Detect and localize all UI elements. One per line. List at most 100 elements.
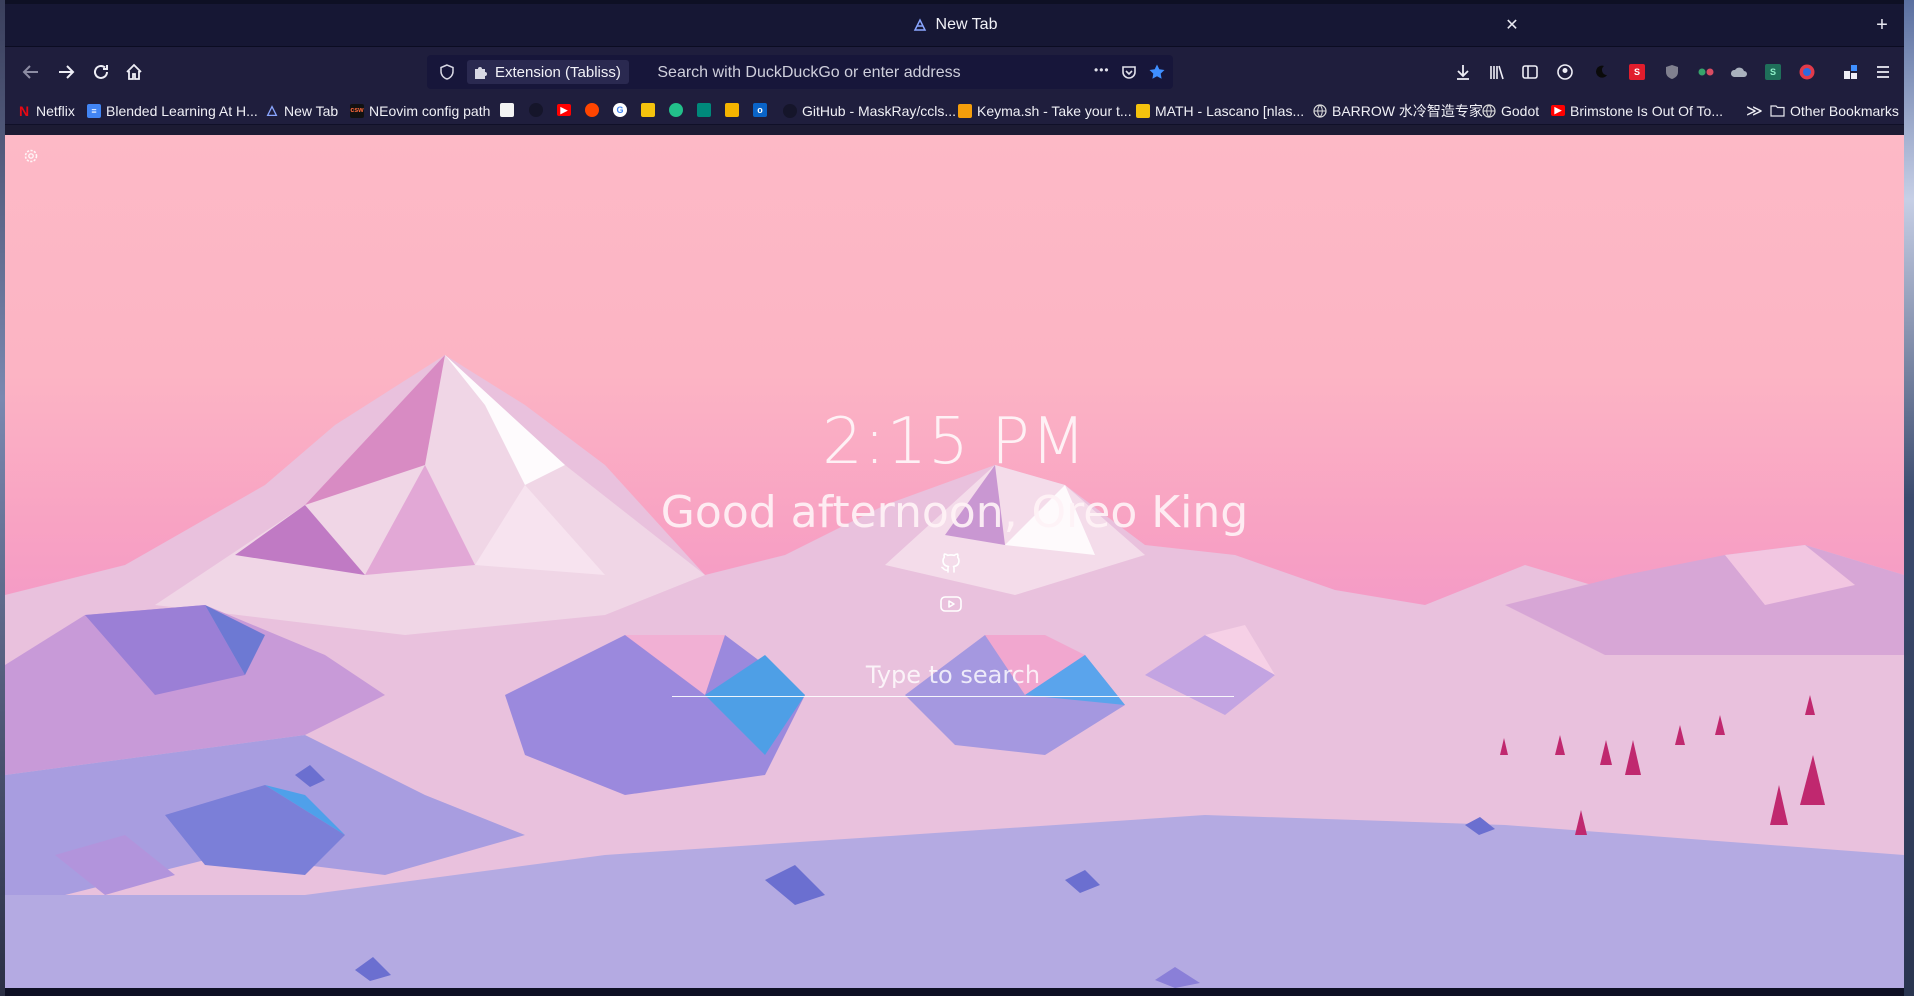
- hamburger-menu-icon: [1877, 66, 1889, 78]
- bookmarks-overflow-button[interactable]: ≫: [1746, 97, 1763, 124]
- bookmark-shield-green-icon[interactable]: [669, 103, 683, 117]
- title-bar: New Tab ✕ +: [5, 4, 1904, 47]
- bookmark-math-lascano[interactable]: MATH - Lascano [nlas...: [1136, 97, 1304, 124]
- bookmark-youtube-icon[interactable]: ▶: [557, 104, 571, 116]
- download-icon: [1457, 65, 1469, 80]
- navigation-toolbar: Extension (Tabliss) ••• S: [5, 47, 1904, 97]
- home-button[interactable]: [122, 60, 146, 84]
- reload-button[interactable]: [89, 60, 113, 84]
- bookmark-reddit-icon[interactable]: [585, 103, 599, 117]
- bookmark-classroom-icon[interactable]: [641, 103, 655, 117]
- extensions-grid-icon: [1844, 65, 1857, 79]
- s-red-icon: S: [1629, 64, 1645, 80]
- page-actions-button[interactable]: •••: [1094, 63, 1110, 77]
- bookmarks-toolbar: N Netflix ≡ Blended Learning At H... New…: [5, 97, 1904, 125]
- clock-time: 2:15 PM: [822, 405, 1087, 479]
- keymash-icon: [958, 103, 972, 118]
- github-link-icon[interactable]: [939, 551, 963, 575]
- extension-s-green-button[interactable]: S: [1761, 60, 1785, 84]
- search-input[interactable]: [672, 654, 1234, 697]
- youtube-link-icon[interactable]: [939, 592, 963, 616]
- bookmark-blended-learning[interactable]: ≡ Blended Learning At H...: [87, 97, 258, 124]
- new-tab-page: 2:15 PM Good afternoon, Oreo King: [5, 135, 1904, 988]
- globe-icon: [1482, 103, 1496, 118]
- bookmark-label: Blended Learning At H...: [106, 102, 258, 119]
- bookmark-github-ccls[interactable]: GitHub - MaskRay/ccls...: [783, 97, 956, 124]
- glasses-icon: [1698, 68, 1714, 76]
- extension-cloud-button[interactable]: [1727, 60, 1751, 84]
- address-input[interactable]: [597, 55, 1021, 91]
- close-icon: ✕: [1505, 17, 1519, 34]
- bookmark-github-icon[interactable]: [529, 103, 543, 117]
- bookmark-barrow[interactable]: BARROW 水冷智造专家: [1313, 97, 1483, 124]
- reload-icon: [94, 64, 108, 79]
- desktop-background-right: [1904, 0, 1914, 996]
- sidebar-icon: [1522, 65, 1538, 79]
- new-tab-button[interactable]: +: [1871, 14, 1893, 36]
- app-menu-button[interactable]: [1871, 60, 1895, 84]
- back-arrow-icon: [22, 65, 38, 79]
- bookmark-label: MATH - Lascano [nlas...: [1155, 102, 1305, 119]
- bookmark-notion-icon[interactable]: [500, 103, 514, 117]
- extension-darkreader-button[interactable]: [1589, 60, 1613, 84]
- bookmark-label: New Tab: [284, 102, 339, 119]
- library-button[interactable]: [1485, 60, 1509, 84]
- extension-translate-button[interactable]: [1795, 60, 1819, 84]
- bookmark-brimstone[interactable]: ▶ Brimstone Is Out Of To...: [1551, 97, 1723, 124]
- extension-ublock-button[interactable]: [1660, 60, 1684, 84]
- bookmark-netflix[interactable]: N Netflix: [17, 97, 75, 124]
- folder-icon: [1770, 105, 1785, 117]
- forward-arrow-icon: [59, 65, 75, 79]
- settings-gear-icon[interactable]: [22, 147, 40, 165]
- bookmark-godot[interactable]: Godot: [1482, 97, 1539, 124]
- bookmark-label: Brimstone Is Out Of To...: [1570, 102, 1724, 119]
- tabliss-icon: [266, 104, 278, 116]
- greeting-text: Good afternoon, Oreo King: [660, 487, 1249, 538]
- bookmark-star-icon[interactable]: [1148, 63, 1166, 81]
- pocket-icon[interactable]: [1121, 64, 1137, 80]
- bookmark-neovim-config[interactable]: csw NEovim config path: [350, 97, 490, 124]
- browser-window: New Tab ✕ + Extension (Tabliss) Search w…: [5, 4, 1904, 988]
- shield-icon[interactable]: [439, 64, 455, 80]
- bookmark-keymash[interactable]: Keyma.sh - Take your t...: [958, 97, 1132, 124]
- forward-button[interactable]: [54, 60, 78, 84]
- bookmark-outlook-icon[interactable]: o: [753, 103, 767, 117]
- account-icon: [1557, 64, 1573, 80]
- classroom-icon: [1136, 103, 1150, 118]
- cloud-icon: [1730, 67, 1747, 77]
- plus-icon: +: [1876, 13, 1888, 36]
- chevron-double-right-icon: ≫: [1746, 102, 1763, 120]
- account-button[interactable]: [1553, 60, 1577, 84]
- s-green-icon: S: [1765, 64, 1781, 80]
- bookmark-meet-icon[interactable]: [697, 103, 711, 117]
- bookmark-google-icon[interactable]: G: [613, 103, 627, 117]
- downloads-button[interactable]: [1451, 60, 1475, 84]
- sidebar-button[interactable]: [1518, 60, 1542, 84]
- extension-s-red-button[interactable]: S: [1625, 60, 1649, 84]
- netflix-icon: N: [18, 102, 30, 119]
- bookmark-label: Keyma.sh - Take your t...: [977, 102, 1132, 119]
- home-icon: [126, 63, 142, 80]
- close-tab-button[interactable]: ✕: [1501, 14, 1523, 36]
- bookmark-label: Netflix: [36, 102, 75, 119]
- extensions-menu-button[interactable]: [1839, 60, 1863, 84]
- bookmark-label: NEovim config path: [369, 102, 491, 119]
- back-button[interactable]: [19, 60, 43, 84]
- url-identity: [427, 55, 455, 89]
- puzzle-piece-icon: [475, 67, 487, 79]
- tabliss-icon: [913, 18, 926, 31]
- globe-icon: [1313, 103, 1327, 118]
- docs-icon: ≡: [87, 103, 101, 118]
- github-icon: [783, 103, 797, 118]
- bookmark-label: GitHub - MaskRay/ccls...: [802, 102, 957, 119]
- bookmark-label: Godot: [1501, 102, 1540, 119]
- active-tab[interactable]: New Tab: [5, 4, 1904, 46]
- tab-title-label: New Tab: [935, 16, 998, 33]
- youtube-icon: ▶: [1551, 105, 1565, 116]
- bookmark-classroom2-icon[interactable]: [725, 103, 739, 117]
- url-bar[interactable]: Extension (Tabliss) •••: [427, 55, 1173, 91]
- extension-glasses-button[interactable]: [1694, 60, 1718, 84]
- bookmark-new-tab[interactable]: New Tab: [265, 97, 338, 124]
- other-bookmarks-folder[interactable]: Other Bookmarks: [1770, 97, 1899, 124]
- library-icon: [1490, 65, 1504, 80]
